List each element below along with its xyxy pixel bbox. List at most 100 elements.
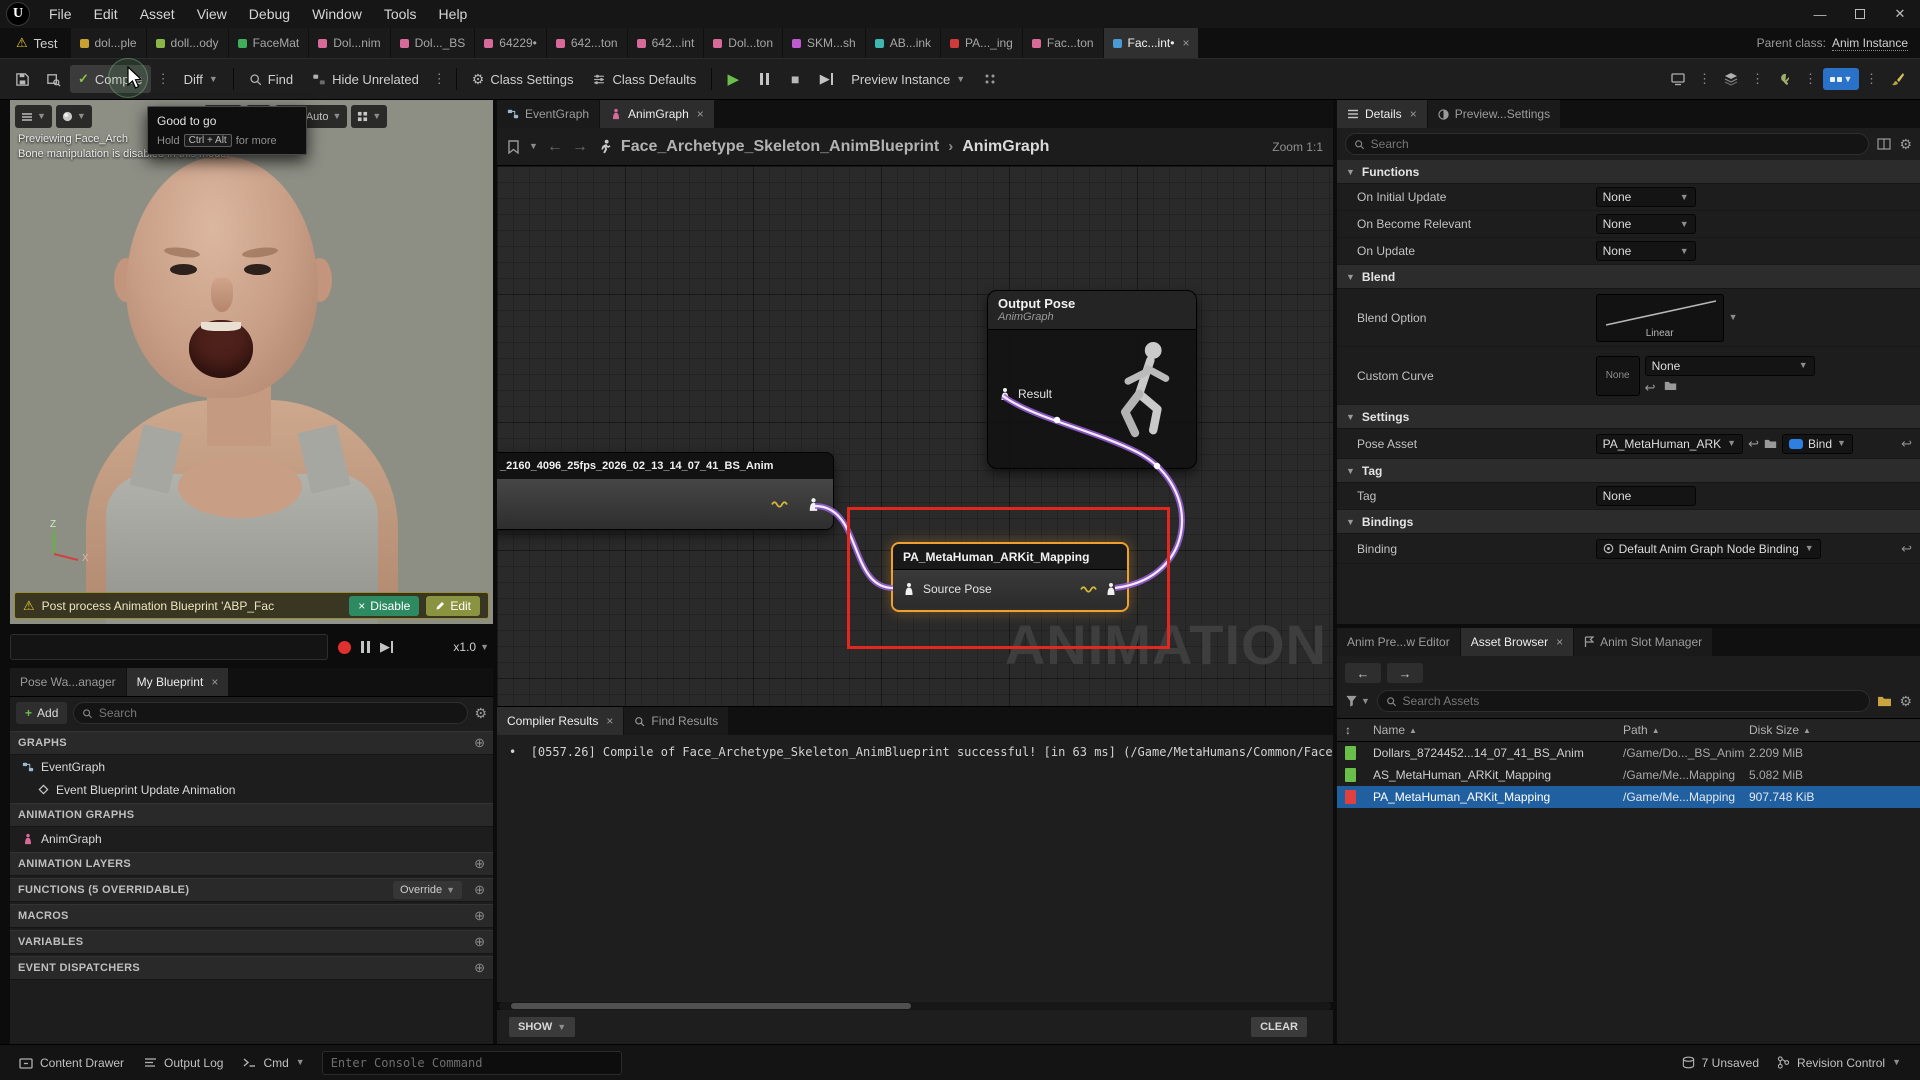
pose-pin-icon[interactable] (998, 387, 1012, 401)
add-button[interactable]: + Add (16, 702, 67, 724)
pause-playback-icon[interactable] (361, 641, 370, 653)
add-function-icon[interactable]: ⊕ (474, 882, 485, 898)
asset-tab-2[interactable]: FaceMat (229, 28, 309, 58)
lighting-paint-button[interactable] (1884, 65, 1912, 93)
reset-to-default-icon[interactable]: ↩ (1901, 541, 1912, 557)
browse-folder-icon[interactable] (1664, 380, 1677, 391)
tab-asset-browser[interactable]: Asset Browser × (1461, 628, 1573, 656)
custom-curve-thumbnail[interactable]: None (1596, 356, 1640, 396)
revision-control-button[interactable]: Revision Control ▼ (1768, 1045, 1910, 1080)
disable-button[interactable]: × Disable (349, 596, 419, 616)
gear-icon[interactable]: ⚙ (1899, 136, 1912, 153)
playback-speed-dropdown[interactable]: x1.0 ▼ (453, 640, 493, 654)
timeline-scrub-field[interactable] (10, 634, 328, 660)
parent-class-value[interactable]: Anim Instance (1832, 36, 1908, 51)
console-command-field[interactable] (322, 1051, 622, 1075)
back-button[interactable]: ← (1345, 663, 1381, 683)
hide-unrelated-options-icon[interactable]: ⋮ (430, 71, 449, 87)
diff-button[interactable]: Diff▼ (176, 65, 226, 93)
levels-options-icon[interactable]: ⋮ (1748, 71, 1767, 87)
asset-tab-4[interactable]: Dol..._BS (391, 28, 475, 58)
asset-tab-6[interactable]: 642...ton (547, 28, 627, 58)
animgraph-item[interactable]: AnimGraph (10, 827, 493, 850)
macros-section-header[interactable]: MACROS ⊕ (10, 904, 493, 928)
on-initial-update-dropdown[interactable]: None▼ (1596, 187, 1696, 207)
menu-file[interactable]: File (38, 0, 83, 28)
tab-details[interactable]: Details × (1337, 100, 1427, 128)
show-filter-dropdown[interactable]: SHOW ▼ (509, 1017, 575, 1037)
stop-button[interactable]: ■ (781, 65, 809, 93)
menu-debug[interactable]: Debug (238, 0, 301, 28)
preview-viewport[interactable]: Previewing Face_Arch Bone manipulation i… (10, 100, 493, 624)
animgraph-canvas[interactable]: ANIMATION _2160_4096_25fps_2026_02_13_14… (497, 166, 1333, 706)
edit-button[interactable]: Edit (426, 596, 480, 616)
reset-to-default-icon[interactable]: ↩ (1901, 436, 1912, 452)
tools-options-icon[interactable]: ⋮ (1801, 71, 1820, 87)
use-selected-icon[interactable]: ↩ (1748, 436, 1759, 452)
class-settings-button[interactable]: ⚙ Class Settings (464, 65, 582, 93)
asset-row-1[interactable]: AS_MetaHuman_ARKit_Mapping /Game/Me...Ma… (1337, 764, 1920, 786)
menu-window[interactable]: Window (301, 0, 373, 28)
scrollbar-thumb[interactable] (511, 1003, 911, 1009)
bindings-category[interactable]: ▼ Bindings (1337, 510, 1920, 534)
variables-section-header[interactable]: VARIABLES ⊕ (10, 930, 493, 954)
close-tab-icon[interactable]: × (697, 107, 704, 121)
column-revision-icon[interactable]: ↕ (1345, 723, 1373, 737)
debug-filter-button[interactable] (976, 65, 1004, 93)
asset-tab-9[interactable]: SKM...sh (783, 28, 865, 58)
animation-layers-section-header[interactable]: ANIMATION LAYERS ⊕ (10, 852, 493, 876)
add-graph-icon[interactable]: ⊕ (474, 735, 485, 751)
on-update-dropdown[interactable]: None▼ (1596, 241, 1696, 261)
tab-anim-preview-editor[interactable]: Anim Pre...w Editor (1337, 628, 1460, 656)
animation-graphs-section-header[interactable]: ANIMATION GRAPHS (10, 803, 493, 827)
tag-category[interactable]: ▼ Tag (1337, 459, 1920, 483)
levels-button[interactable] (1717, 65, 1745, 93)
column-disk-size[interactable]: Disk Size▲ (1749, 723, 1912, 737)
menu-asset[interactable]: Asset (129, 0, 186, 28)
close-tab-icon[interactable]: × (606, 714, 613, 728)
forward-arrow-icon[interactable]: → (572, 138, 588, 156)
menu-view[interactable]: View (186, 0, 238, 28)
platforms-options-icon[interactable]: ⋮ (1695, 71, 1714, 87)
gear-icon[interactable]: ⚙ (1899, 693, 1912, 710)
override-dropdown[interactable]: Override ▼ (393, 881, 462, 899)
class-defaults-button[interactable]: Class Defaults (584, 65, 704, 93)
browse-folder-icon[interactable] (1764, 438, 1777, 449)
asset-search[interactable] (1377, 690, 1871, 712)
pose-pin-icon[interactable] (806, 497, 821, 512)
asset-tab-8[interactable]: Dol...ton (704, 28, 782, 58)
blueprint-debugger-button[interactable]: ▼ (1823, 68, 1859, 90)
asset-tab-11[interactable]: PA..._ing (941, 28, 1022, 58)
viewport-options-button[interactable]: ▼ (15, 105, 52, 128)
details-search[interactable] (1345, 133, 1869, 155)
search-input[interactable] (1403, 694, 1862, 708)
content-drawer-button[interactable]: Content Drawer (10, 1045, 133, 1080)
debugger-options-icon[interactable]: ⋮ (1862, 71, 1881, 87)
asset-tab-3[interactable]: Dol...nim (309, 28, 389, 58)
functions-section-header[interactable]: FUNCTIONS (5 OVERRIDABLE) Override ▼ ⊕ (10, 878, 493, 902)
blend-category[interactable]: ▼ Blend (1337, 265, 1920, 289)
tab-animgraph[interactable]: AnimGraph × (600, 100, 714, 128)
tools-wrench-button[interactable] (1770, 65, 1798, 93)
console-command-input[interactable] (331, 1056, 613, 1070)
close-tab-icon[interactable]: × (1556, 635, 1563, 649)
search-input[interactable] (99, 706, 460, 720)
back-arrow-icon[interactable]: ← (547, 138, 563, 156)
display-options-icon[interactable] (1877, 138, 1891, 150)
asset-row-0[interactable]: Dollars_8724452...14_07_41_BS_Anim /Game… (1337, 742, 1920, 764)
compiler-log[interactable]: • [0557.26] Compile of Face_Archetype_Sk… (497, 735, 1333, 1002)
column-path[interactable]: Path▲ (1623, 723, 1749, 737)
tag-field[interactable]: None (1596, 486, 1696, 506)
asset-tab-0[interactable]: dol...ple (71, 28, 146, 58)
bookmark-icon[interactable] (507, 140, 520, 154)
menu-help[interactable]: Help (428, 0, 479, 28)
my-blueprint-search[interactable] (73, 702, 468, 724)
tab-find-results[interactable]: Find Results (624, 707, 728, 735)
asset-tab-10[interactable]: AB...ink (866, 28, 940, 58)
tab-preview-settings[interactable]: Preview...Settings (1428, 100, 1560, 128)
frame-skip-button[interactable]: ▶ (812, 65, 840, 93)
eventgraph-item[interactable]: EventGraph (10, 755, 493, 778)
search-input[interactable] (1371, 137, 1861, 151)
add-variable-icon[interactable]: ⊕ (474, 934, 485, 950)
event-update-animation-item[interactable]: Event Blueprint Update Animation (10, 778, 493, 801)
